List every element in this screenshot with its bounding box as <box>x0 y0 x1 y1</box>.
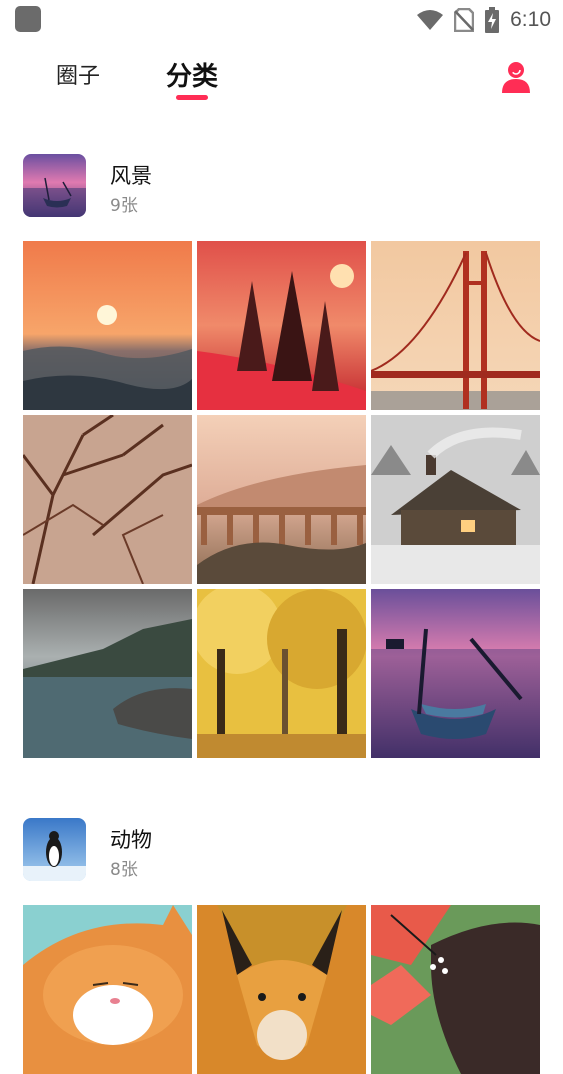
category-title: 风景 <box>110 164 152 188</box>
tab-category[interactable]: 分类 <box>166 56 218 93</box>
category-cover-animals[interactable] <box>23 818 86 881</box>
tab-circle[interactable]: 圈子 <box>56 58 100 90</box>
clock: 6:10 <box>510 8 551 31</box>
photo-grid <box>23 905 541 1074</box>
category-count: 8张 <box>110 860 138 880</box>
photo-thumbnail[interactable] <box>197 415 366 584</box>
photo-thumbnail[interactable] <box>371 415 540 584</box>
top-tab-bar: 圈子 分类 <box>0 48 563 108</box>
wifi-icon <box>416 9 444 31</box>
profile-icon[interactable] <box>501 60 531 94</box>
app-notification-icon <box>15 6 41 32</box>
photo-thumbnail[interactable] <box>371 589 540 758</box>
photo-thumbnail[interactable] <box>23 905 192 1074</box>
no-sim-icon <box>454 8 475 32</box>
photo-thumbnail[interactable] <box>371 905 540 1074</box>
photo-thumbnail[interactable] <box>197 905 366 1074</box>
status-icons: 6:10 <box>416 6 551 34</box>
photo-thumbnail[interactable] <box>197 241 366 410</box>
photo-thumbnail[interactable] <box>197 589 366 758</box>
active-tab-indicator <box>176 95 208 100</box>
photo-thumbnail[interactable] <box>23 241 192 410</box>
photo-grid <box>23 241 541 758</box>
category-cover-scenery[interactable] <box>23 154 86 217</box>
status-bar: 6:10 <box>0 0 563 40</box>
battery-charging-icon <box>484 7 500 33</box>
category-title: 动物 <box>110 828 152 852</box>
category-count: 9张 <box>110 196 138 216</box>
photo-thumbnail[interactable] <box>23 589 192 758</box>
photo-thumbnail[interactable] <box>371 241 540 410</box>
photo-thumbnail[interactable] <box>23 415 192 584</box>
